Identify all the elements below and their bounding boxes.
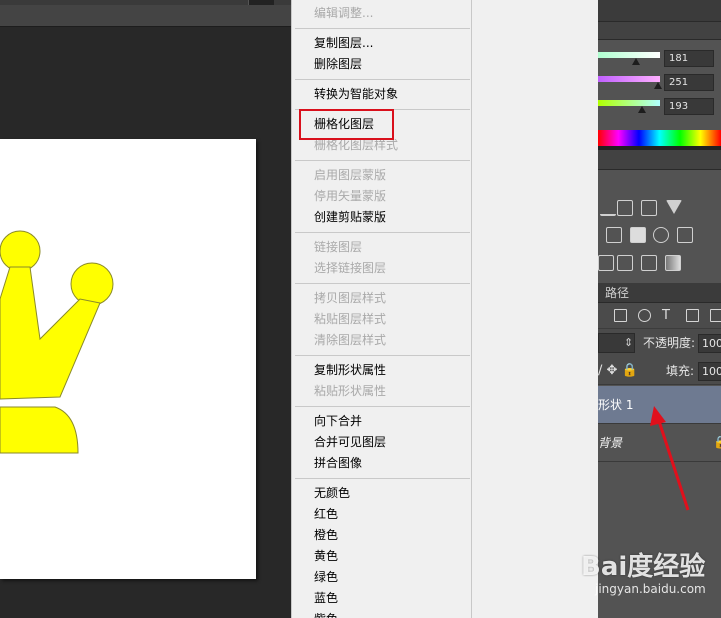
rasterize-highlight-box [299, 109, 394, 140]
menu-item-disable-vector-mask: 停用矢量蒙版 [314, 189, 387, 203]
menu-separator [295, 355, 470, 356]
curves-icon[interactable] [617, 200, 633, 216]
filter-smart-object-icon[interactable] [710, 309, 721, 322]
threshold-icon[interactable] [641, 255, 657, 271]
layer-name: 背景 [598, 436, 623, 450]
menu-item-violet[interactable]: 紫色 [292, 609, 471, 618]
menu-separator [295, 406, 470, 407]
color-value-r[interactable]: 181 [664, 50, 714, 67]
watermark-logo-text: Bai度经验 [581, 552, 706, 582]
filter-pixel-icon[interactable] [614, 309, 627, 322]
menu-separator [295, 160, 470, 161]
black-white-icon[interactable] [630, 227, 646, 243]
color-balance-icon[interactable] [606, 227, 622, 243]
adjustments-panel-header [598, 150, 721, 170]
menu-item-copy-layer-style: 拷贝图层样式 [314, 291, 387, 305]
color-value-b[interactable]: 193 [664, 98, 714, 115]
menu-item-link-layers: 链接图层 [314, 240, 363, 254]
filter-adjustment-icon[interactable] [638, 309, 651, 322]
color-slider-r[interactable] [598, 52, 660, 58]
color-slider-g-knob[interactable] [654, 82, 662, 89]
color-spectrum-bar[interactable] [598, 130, 721, 146]
fill-label: 填充: [666, 364, 695, 378]
menu-item-select-linked-layers: 选择链接图层 [314, 261, 387, 275]
menu-backdrop [472, 0, 598, 618]
menu-item-merge-down[interactable]: 向下合并 [292, 411, 471, 432]
opacity-field[interactable]: 100% [698, 334, 721, 353]
lock-icon: 🔒 [713, 435, 721, 449]
posterize-icon[interactable] [617, 255, 633, 271]
blend-mode-select[interactable]: ⇕ [598, 333, 635, 353]
menu-item-paste-layer-style: 粘贴图层样式 [314, 312, 387, 326]
layer-filter-row: T [598, 303, 721, 329]
color-panel-header [598, 0, 721, 22]
document-canvas[interactable] [0, 139, 256, 579]
color-slider-b-knob[interactable] [638, 106, 646, 113]
lock-fill-row: ∕ ✥ 🔒 填充: 100% [598, 357, 721, 385]
menu-item-paste-shape-attributes: 粘贴形状属性 [314, 384, 387, 398]
levels-icon[interactable] [600, 200, 616, 216]
document-tab-bar [0, 5, 291, 27]
color-lookup-icon[interactable] [677, 227, 693, 243]
color-slider-g[interactable] [598, 76, 660, 82]
lock-position-icon[interactable]: ✥ [607, 363, 622, 378]
menu-item-yellow[interactable]: 黄色 [292, 546, 471, 567]
color-slider-r-knob[interactable] [632, 58, 640, 65]
menu-item-enable-layer-mask: 启用图层蒙版 [314, 168, 387, 182]
right-panels: 181 251 193 路径 T ⇕ 不透明度: 100% ∕ ✥ [598, 0, 721, 618]
tab-paths[interactable]: 路径 [605, 283, 629, 303]
menu-separator [295, 283, 470, 284]
menu-item-copy-shape-attributes[interactable]: 复制形状属性 [292, 360, 471, 381]
menu-item-orange[interactable]: 橙色 [292, 525, 471, 546]
menu-item-delete-layer[interactable]: 删除图层 [292, 54, 471, 75]
menu-item-create-clipping-mask[interactable]: 创建剪贴蒙版 [292, 207, 471, 228]
baidu-watermark: Bai度经验 jingyan.baidu.com [581, 540, 721, 604]
chevron-updown-icon: ⇕ [624, 336, 634, 349]
menu-item-blue[interactable]: 蓝色 [292, 588, 471, 609]
annotation-arrow [650, 406, 690, 511]
menu-item-clear-layer-style: 清除图层样式 [314, 333, 387, 347]
menu-item-flatten-image[interactable]: 拼合图像 [292, 453, 471, 474]
blend-opacity-row: ⇕ 不透明度: 100% [598, 329, 721, 357]
lock-all-icon[interactable]: 🔒 [622, 363, 638, 378]
menu-item-edit-adjustment: 编辑调整... [314, 6, 374, 20]
exposure-icon[interactable] [641, 200, 657, 216]
layer-context-menu: 编辑调整... 复制图层... 删除图层 转换为智能对象 栅格化图层 栅格化图层… [291, 0, 472, 618]
menu-separator [295, 79, 470, 80]
channel-mixer-icon[interactable] [653, 227, 669, 243]
filter-shape-icon[interactable] [686, 309, 699, 322]
menu-item-green[interactable]: 绿色 [292, 567, 471, 588]
lock-brush-icon[interactable]: ∕ [598, 363, 607, 378]
menu-separator [295, 478, 470, 479]
menu-item-red[interactable]: 红色 [292, 504, 471, 525]
layers-panel-tabs: 路径 [598, 283, 721, 303]
menu-item-no-color[interactable]: 无颜色 [292, 483, 471, 504]
watermark-url: jingyan.baidu.com [595, 582, 706, 596]
color-value-g[interactable]: 251 [664, 74, 714, 91]
document-workspace [0, 0, 291, 618]
menu-item-convert-smart-object[interactable]: 转换为智能对象 [292, 84, 471, 105]
color-slider-b[interactable] [598, 100, 660, 106]
color-panel-tabs [598, 22, 721, 40]
layer-name: 形状 1 [598, 398, 634, 412]
filter-type-icon[interactable]: T [662, 309, 675, 322]
lock-icons: ∕ ✥ 🔒 [598, 357, 638, 385]
gradient-map-icon[interactable] [665, 255, 681, 271]
gradient-triangle-icon[interactable] [666, 200, 682, 214]
fill-field[interactable]: 100% [698, 362, 721, 381]
menu-item-merge-visible[interactable]: 合并可见图层 [292, 432, 471, 453]
menu-item-duplicate-layer[interactable]: 复制图层... [292, 33, 471, 54]
opacity-label: 不透明度: [643, 336, 696, 350]
menu-separator [295, 232, 470, 233]
crown-shape[interactable] [0, 139, 256, 579]
menu-separator [295, 28, 470, 29]
invert-icon[interactable] [598, 255, 614, 271]
